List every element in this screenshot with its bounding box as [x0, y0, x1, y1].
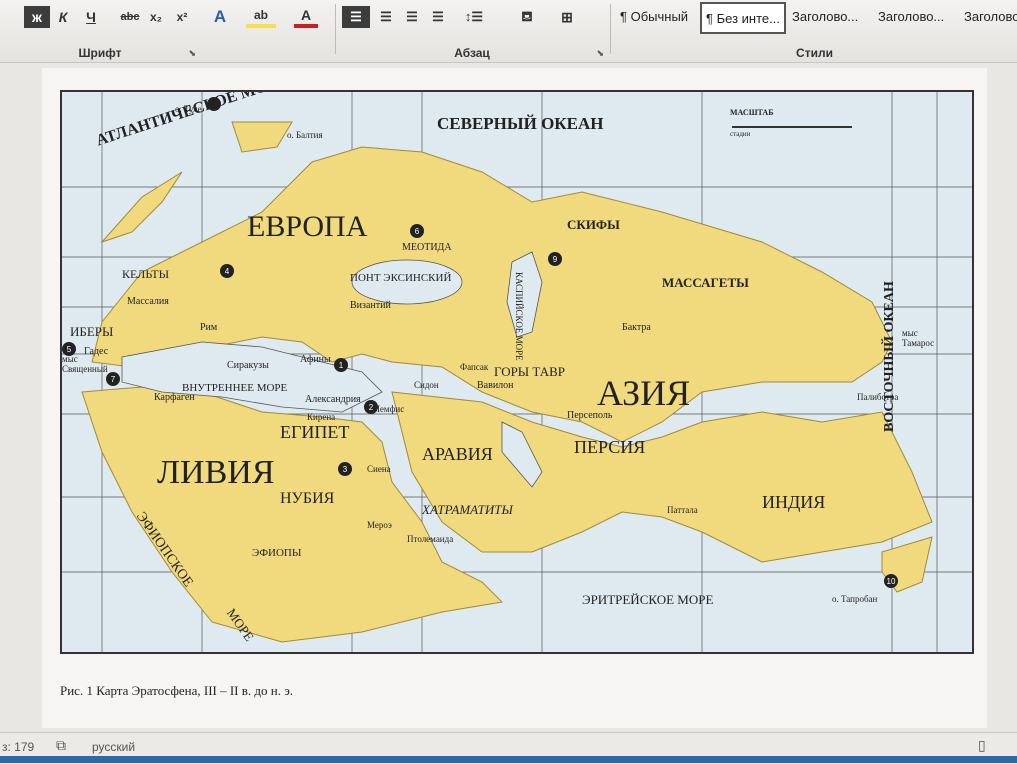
map-label-pattala: Паттала — [667, 505, 698, 515]
figure-caption: Рис. 1 Карта Эратосфена, III – II в. до … — [60, 683, 294, 698]
map-label-syracuse: Сиракузы — [227, 360, 269, 371]
proofing-icon[interactable]: ⧉ — [56, 737, 66, 754]
map-label-babylon: Вавилон — [477, 380, 514, 391]
map-label-pontus: ПОНТ ЭКСИНСКИЙ — [350, 272, 452, 284]
paragraph-group: ☰ ☰ ☰ ☰ ↕☰ ⛾ ⊞ Абзац ⬊ — [336, 0, 608, 62]
borders-icon[interactable]: ⊞ — [552, 6, 582, 28]
map-label-tamaros: мыс Тамарос — [902, 328, 935, 348]
map-label-ethiopians: ЭФИОПЫ — [252, 547, 302, 559]
ribbon-separator — [610, 4, 611, 54]
map-label-europe: ЕВРОПА — [247, 210, 368, 243]
align-center-icon[interactable]: ☰ — [374, 6, 398, 28]
map-label-kelts: КЕЛЬТЫ — [122, 267, 170, 281]
map-label-erythrean: ЭРИТРЕЙСКОЕ МОРЕ — [582, 592, 714, 607]
map-marker: 6 — [410, 224, 424, 238]
map-label-nubia: НУБИЯ — [280, 490, 335, 507]
highlight-color-icon[interactable]: ab — [246, 6, 276, 28]
style-normal[interactable]: ¶ Обычный — [616, 2, 692, 30]
map-label-arabia: АРАВИЯ — [422, 444, 493, 464]
map-marker — [207, 97, 221, 111]
dialog-launcher-icon[interactable]: ⬊ — [596, 48, 604, 59]
map-label-caspian: КАСПИЙСКОЕ МОРЕ — [514, 272, 524, 361]
style-heading-3[interactable]: Заголово — [960, 2, 1017, 30]
map-label-massagets: МАССАГЕТЫ — [662, 275, 749, 290]
map-label-scythians: СКИФЫ — [567, 217, 620, 232]
map-label-taurus: ГОРЫ ТАВР — [494, 364, 565, 379]
map-label-north-ocean: СЕВЕРНЫЙ ОКЕАН — [437, 114, 604, 133]
map-label-siena: Сиена — [367, 464, 391, 474]
line-spacing-icon[interactable]: ↕☰ — [458, 6, 490, 28]
dialog-launcher-icon[interactable]: ⬊ — [188, 48, 196, 59]
map-label-baltia: о. Балтия — [287, 130, 323, 140]
map-label-taprobana: о. Тапробан — [832, 594, 878, 604]
map-label-persia: ПЕРСИЯ — [574, 437, 646, 457]
text-effects-icon[interactable]: A — [208, 6, 232, 28]
italic-button[interactable]: К — [54, 6, 72, 28]
map-label-ibers: ИБЕРЫ — [70, 324, 114, 339]
align-left-icon[interactable]: ☰ — [342, 6, 370, 28]
map-label-livia: ЛИВИЯ — [157, 454, 275, 491]
map-label-massalia: Массалия — [127, 296, 169, 307]
map-marker: 2 — [364, 400, 378, 414]
map-marker: 10 — [884, 574, 898, 588]
styles-group-label: Стили — [796, 46, 833, 60]
map-marker: 9 — [548, 252, 562, 266]
map-label-india: ИНДИЯ — [762, 492, 826, 512]
map-label-asia: АЗИЯ — [597, 373, 691, 413]
map-label-east-ocean: ВОСТОЧНЫЙ ОКЕАН — [882, 281, 897, 432]
page-count: з: 179 — [2, 740, 35, 754]
map-label-egypt: ЕГИПЕТ — [280, 422, 350, 442]
map-label-thule: о. Туле — [175, 104, 202, 114]
map-label-sacred-cape: мыс Священный — [62, 354, 108, 374]
align-right-icon[interactable]: ☰ — [400, 6, 424, 28]
paragraph-group-label: Абзац — [454, 46, 490, 60]
style-no-spacing[interactable]: ¶ Без инте... — [700, 2, 786, 34]
underline-button[interactable]: Ч — [80, 6, 102, 28]
map-marker: 3 — [338, 462, 352, 476]
map-label-meroe: Мероэ — [367, 520, 392, 530]
taskbar — [0, 756, 1017, 763]
strikethrough-button[interactable]: abc — [118, 6, 142, 28]
bold-button[interactable]: ж — [24, 6, 50, 28]
language-indicator[interactable]: русский — [92, 740, 135, 754]
map-label-bactra: Бактра — [622, 322, 651, 333]
ribbon: ж К Ч abc x₂ x² Шрифт ⬊ A ab A ☰ ☰ ☰ ☰ ↕… — [0, 0, 1017, 63]
superscript-button[interactable]: x² — [172, 6, 192, 28]
map-label-alexandria: Александрия — [305, 394, 361, 405]
map-label-hatramatites: ХАТРАМАТИТЫ — [422, 502, 513, 517]
map-label-sidon: Сидон — [414, 380, 439, 390]
map-label-palibothra: Палиботра — [857, 392, 899, 402]
map-label-ptolemais: Птолемаида — [407, 534, 454, 544]
style-heading-1[interactable]: Заголово... — [788, 2, 862, 30]
map-label-kirena: Кирена — [307, 412, 336, 422]
map-scale-title: МАСШТАБ — [730, 108, 774, 117]
font-group: ж К Ч abc x₂ x² Шрифт ⬊ — [0, 0, 200, 62]
read-mode-icon[interactable]: ▯ — [978, 737, 986, 754]
style-heading-2[interactable]: Заголово... — [874, 2, 948, 30]
map-label-byzantium: Византий — [350, 300, 391, 311]
map-marker: 1 — [334, 358, 348, 372]
map-label-meotida: МЕОТИДА — [402, 242, 452, 253]
map-label-persepolis: Персеполь — [567, 410, 613, 421]
map-label-fapsak: Фапсак — [460, 362, 489, 372]
shading-icon[interactable]: ⛾ — [512, 6, 542, 28]
map-label-inner-sea: ВНУТРЕННЕЕ МОРЕ — [182, 382, 288, 394]
map-image: АТЛАНТИЧЕСКОЕ МОРЕ СЕВЕРНЫЙ ОКЕАН ЕВРОПА… — [60, 90, 974, 654]
font-color-icon[interactable]: A — [294, 6, 318, 28]
map-label-carthage: Карфаген — [154, 392, 195, 403]
map-label-rome: Рим — [200, 322, 218, 333]
map-scale-unit: стадии — [730, 130, 751, 138]
justify-icon[interactable]: ☰ — [426, 6, 450, 28]
styles-group: ¶ Обычный ¶ Без инте... Заголово... Заго… — [612, 0, 1017, 62]
map-marker: 5 — [62, 342, 76, 356]
map-marker: 7 — [106, 372, 120, 386]
map-label-athens: Афины — [300, 354, 331, 365]
font-group-label: Шрифт — [78, 46, 122, 60]
subscript-button[interactable]: x₂ — [146, 6, 166, 28]
map-marker: 4 — [220, 264, 234, 278]
